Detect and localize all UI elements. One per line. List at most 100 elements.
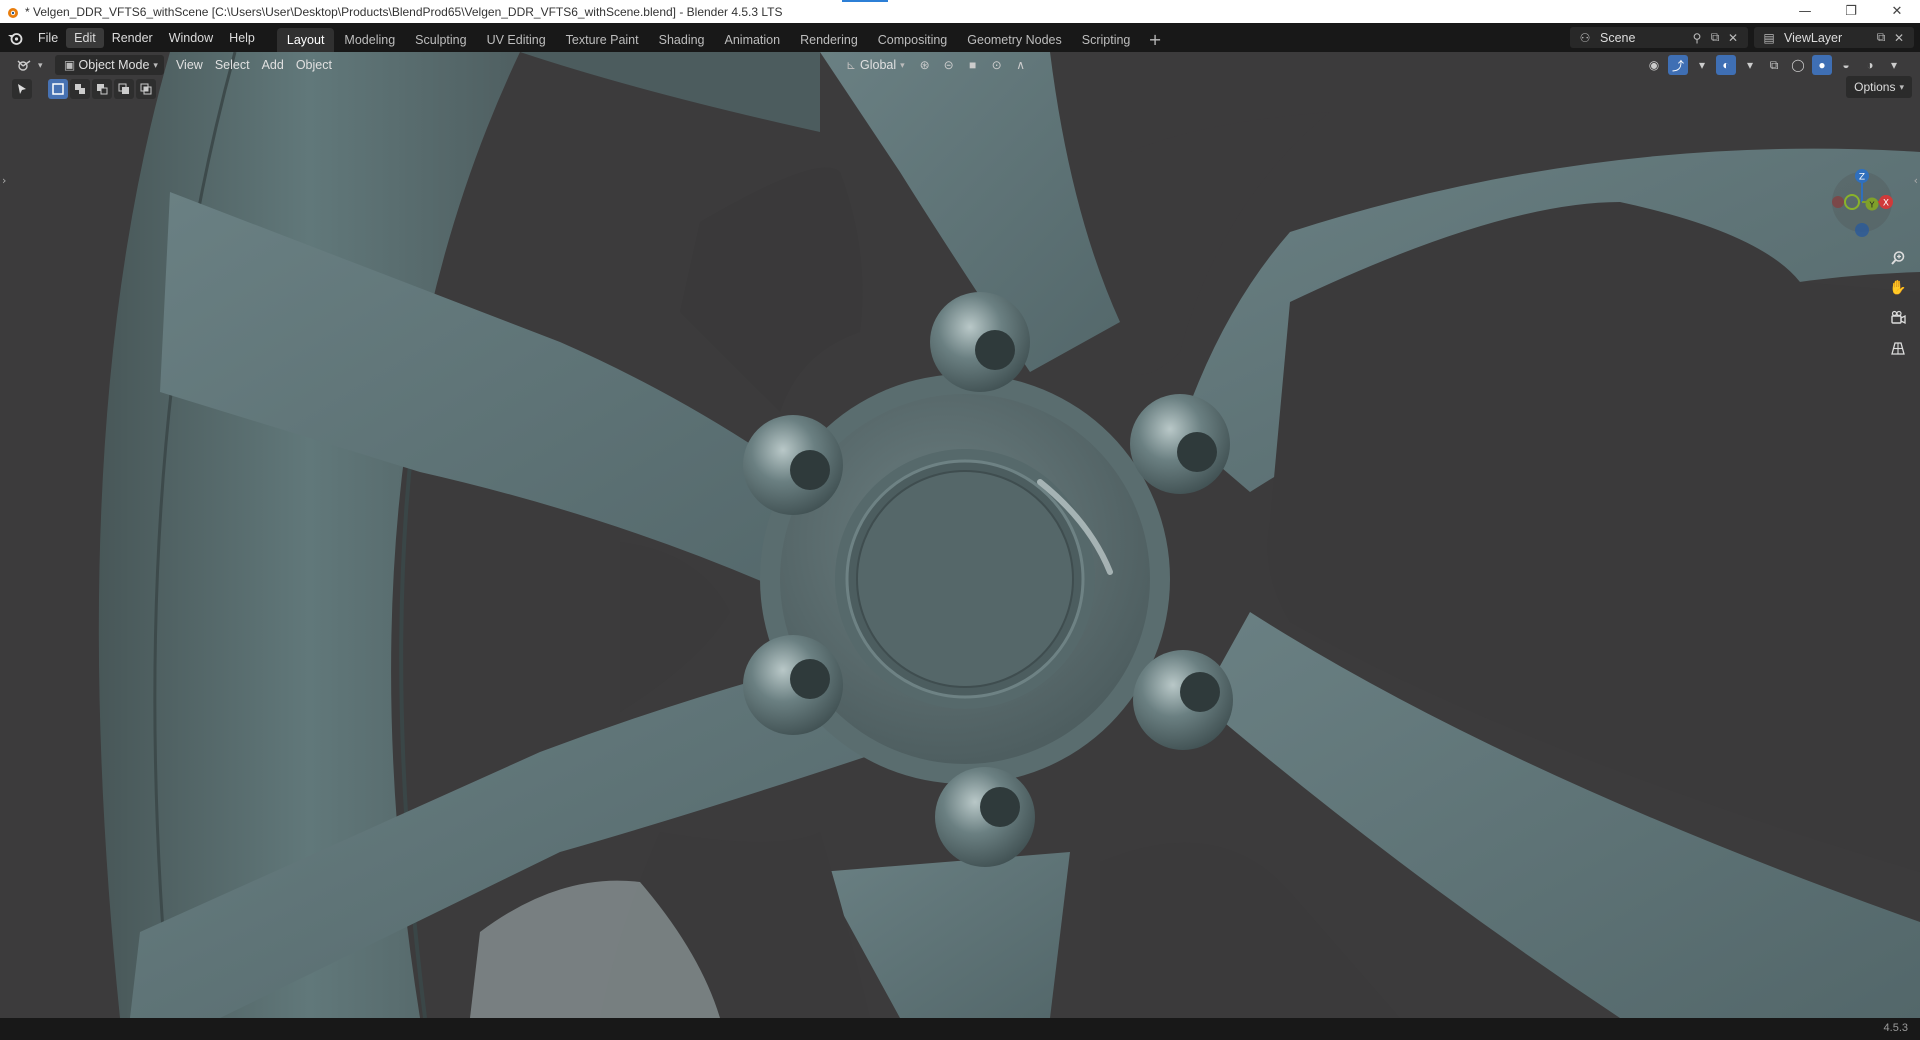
view-layer-selector[interactable]: ▤ ViewLayer ⧉ ✕: [1754, 27, 1914, 48]
transform-controls: ⊾ Global ▾ ⊛ ⊝ ■ ⊙ ∧: [836, 55, 1031, 75]
blender-app: * Velgen_DDR_VFTS6_withScene [C:\Users\U…: [0, 0, 1920, 1040]
3d-viewport[interactable]: › ‹ Z Y X ✋: [0, 52, 1920, 1018]
blender-app-icon: [8, 7, 18, 18]
chevron-down-icon: ▾: [38, 59, 43, 70]
window-title: * Velgen_DDR_VFTS6_withScene [C:\Users\U…: [25, 4, 783, 19]
menu-edit[interactable]: Edit: [66, 27, 104, 48]
tab-rendering[interactable]: Rendering: [790, 28, 868, 52]
chevron-down-icon: ▾: [153, 59, 158, 70]
select-extend-icon[interactable]: [70, 79, 90, 99]
falloff-icon[interactable]: ∧: [1011, 55, 1031, 75]
scene-name: Scene: [1600, 30, 1636, 45]
view-layer-icon: ▤: [1763, 30, 1775, 45]
version-label: 4.5.3: [1883, 1022, 1908, 1034]
blender-topbar: File Edit Render Window Help Layout Mode…: [0, 23, 1920, 52]
gizmo-y-label: Y: [1869, 201, 1875, 210]
shading-controls: ◉ ⤴ ▾ ◐ ▾ ⧉ ◯ ● ◒ ◑ ▾: [1644, 55, 1904, 75]
wireframe-shading-icon[interactable]: ◯: [1788, 55, 1808, 75]
material-shading-icon[interactable]: ◒: [1836, 55, 1856, 75]
menu-render[interactable]: Render: [104, 28, 161, 48]
select-new-icon[interactable]: [48, 79, 68, 99]
tab-compositing[interactable]: Compositing: [868, 28, 957, 52]
gizmo-x-label: X: [1883, 199, 1889, 209]
workspace-tabs: Layout Modeling Sculpting UV Editing Tex…: [276, 23, 1170, 52]
select-intersect-icon[interactable]: [136, 79, 156, 99]
scene-icon: ⚇: [1579, 30, 1591, 45]
orientation-label: Global: [860, 58, 897, 72]
tool-settings-row: [12, 78, 156, 100]
menu-select[interactable]: Select: [209, 55, 256, 75]
overlays-menu-icon[interactable]: ▾: [1740, 55, 1760, 75]
solid-shading-icon[interactable]: ●: [1812, 55, 1832, 75]
camera-view-icon[interactable]: [1886, 306, 1910, 330]
hand-pan-icon[interactable]: ✋: [1886, 276, 1910, 300]
snap-target-icon[interactable]: ■: [963, 55, 983, 75]
blender-logo-icon[interactable]: [0, 23, 30, 52]
window-controls: — ❐ ✕: [1782, 0, 1920, 23]
restore-button[interactable]: ❐: [1828, 0, 1874, 23]
menu-view[interactable]: View: [170, 55, 209, 75]
tab-scripting[interactable]: Scripting: [1072, 28, 1141, 52]
chevron-down-icon: ▾: [1899, 81, 1904, 92]
visibility-icon[interactable]: ◉: [1644, 55, 1664, 75]
rendered-shading-icon[interactable]: ◑: [1860, 55, 1880, 75]
gizmo-menu-icon[interactable]: ▾: [1692, 55, 1712, 75]
tab-uv-editing[interactable]: UV Editing: [477, 28, 556, 52]
topbar-right: ⚇ Scene ⚲ ⧉ ✕ ▤ ViewLayer ⧉ ✕: [1570, 23, 1920, 52]
menu-window[interactable]: Window: [161, 28, 221, 48]
title-accent-line: [842, 0, 888, 2]
mode-label: Object Mode: [78, 58, 150, 72]
wheel-rim-render[interactable]: [0, 52, 1920, 1018]
select-subtract-icon[interactable]: [92, 79, 112, 99]
options-dropdown[interactable]: Options ▾: [1846, 76, 1912, 98]
orientation-selector[interactable]: ⊾ Global ▾: [836, 55, 911, 75]
close-button[interactable]: ✕: [1874, 0, 1920, 23]
viewport-header: ▾ ▣ Object Mode ▾ View Select Add Object…: [0, 52, 1920, 78]
add-workspace-button[interactable]: +: [1140, 30, 1169, 49]
3d-viewport-icon: [17, 60, 31, 71]
menu-object[interactable]: Object: [290, 55, 338, 75]
orientation-icon: ⊾: [845, 58, 857, 72]
scene-selector[interactable]: ⚇ Scene ⚲ ⧉ ✕: [1570, 27, 1748, 48]
proportional-editing-icon[interactable]: ⊙: [987, 55, 1007, 75]
tab-texture-paint[interactable]: Texture Paint: [556, 28, 649, 52]
delete-view-layer-icon[interactable]: ✕: [1890, 29, 1908, 47]
mode-selector[interactable]: ▣ Object Mode ▾: [54, 55, 164, 75]
menu-add[interactable]: Add: [256, 55, 290, 75]
gizmo-z-label: Z: [1859, 173, 1865, 183]
snap-icon[interactable]: ⊝: [939, 55, 959, 75]
menu-help[interactable]: Help: [221, 28, 263, 48]
tab-sculpting[interactable]: Sculpting: [405, 28, 476, 52]
options-label: Options: [1854, 80, 1896, 94]
tab-animation[interactable]: Animation: [715, 28, 791, 52]
select-invert-icon[interactable]: [114, 79, 134, 99]
chevron-down-icon: ▾: [900, 59, 905, 70]
window-titlebar: * Velgen_DDR_VFTS6_withScene [C:\Users\U…: [0, 0, 1920, 23]
new-view-layer-icon[interactable]: ⧉: [1872, 29, 1890, 47]
toolbar-expand-icon[interactable]: ›: [2, 174, 6, 187]
pin-icon[interactable]: ⚲: [1688, 29, 1706, 47]
minimize-button[interactable]: —: [1782, 0, 1828, 23]
sidebar-expand-icon[interactable]: ‹: [1914, 174, 1918, 187]
navigation-gizmo[interactable]: Z Y X: [1814, 160, 1904, 250]
tab-modeling[interactable]: Modeling: [334, 28, 405, 52]
select-box-icon[interactable]: [12, 79, 32, 99]
gizmo-toggle-icon[interactable]: ⤴: [1668, 55, 1688, 75]
object-mode-icon: ▣: [63, 58, 76, 72]
tab-layout[interactable]: Layout: [276, 28, 335, 52]
xray-icon[interactable]: ⧉: [1764, 55, 1784, 75]
navigation-tools: ✋: [1886, 246, 1910, 360]
orthographic-grid-icon[interactable]: [1886, 336, 1910, 360]
shading-menu-icon[interactable]: ▾: [1884, 55, 1904, 75]
status-bar: 4.5.3: [0, 1018, 1920, 1040]
overlays-toggle-icon[interactable]: ◐: [1716, 55, 1736, 75]
tab-geometry-nodes[interactable]: Geometry Nodes: [957, 28, 1071, 52]
editor-type-button[interactable]: ▾: [10, 55, 49, 75]
new-scene-icon[interactable]: ⧉: [1706, 29, 1724, 47]
zoom-icon[interactable]: [1886, 246, 1910, 270]
delete-scene-icon[interactable]: ✕: [1724, 29, 1742, 47]
pivot-point-icon[interactable]: ⊛: [915, 55, 935, 75]
tab-shading[interactable]: Shading: [649, 28, 715, 52]
menu-file[interactable]: File: [30, 28, 66, 48]
view-layer-name: ViewLayer: [1784, 30, 1843, 45]
